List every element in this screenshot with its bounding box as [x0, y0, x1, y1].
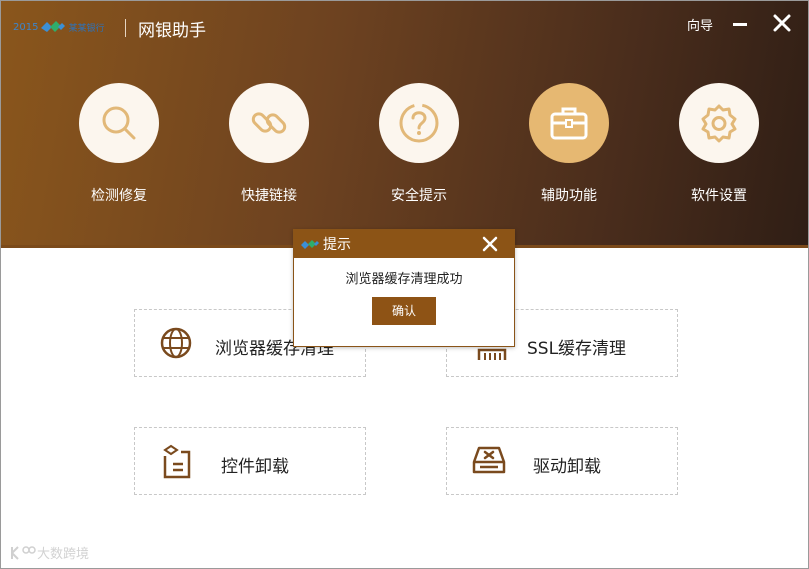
nav-circle: [79, 83, 159, 163]
toolbox-icon: [550, 107, 588, 140]
nav-circle: [229, 83, 309, 163]
search-icon: [102, 106, 136, 140]
globe-icon: [160, 327, 192, 359]
question-icon: [399, 103, 439, 143]
nav-label: 辅助功能: [541, 188, 597, 204]
app-window: 2015 某某银行 网银助手 向导 检测修复 快捷链接 安全提示 辅助功能 软件…: [0, 0, 809, 569]
close-button[interactable]: [772, 13, 792, 33]
nav-item-quick-links[interactable]: 快捷链接: [209, 83, 329, 205]
tool-label: SSL缓存清理: [527, 339, 627, 359]
nav-item-security-tips[interactable]: 安全提示: [359, 83, 479, 205]
header-banner: 2015 某某银行 网银助手 向导 检测修复 快捷链接 安全提示 辅助功能 软件…: [1, 1, 808, 248]
document-icon: [163, 444, 191, 479]
close-icon: [773, 14, 791, 32]
dialog-title: 提示: [323, 237, 351, 253]
nav-item-software-settings[interactable]: 软件设置: [659, 83, 779, 205]
bank-logo-icon: [41, 21, 66, 32]
control-uninstall-button[interactable]: 控件卸载: [134, 427, 366, 495]
nav-item-detect-repair[interactable]: 检测修复: [59, 83, 179, 205]
link-icon: [251, 112, 287, 134]
logo-small-text: 2015: [13, 21, 39, 33]
gear-icon: [701, 104, 737, 143]
nav-circle-active: [529, 83, 609, 163]
nav-circle: [379, 83, 459, 163]
close-icon: [482, 236, 498, 252]
app-title: 网银助手: [138, 21, 206, 41]
tool-label: 控件卸载: [221, 457, 289, 477]
hard-drive-icon: [472, 446, 506, 474]
confirm-button[interactable]: 确认: [372, 297, 436, 325]
bank-logo: 2015 某某银行: [13, 19, 104, 35]
watermark-logo-icon: [11, 545, 36, 560]
title-separator: [125, 19, 126, 37]
tool-label: 驱动卸载: [533, 457, 601, 477]
success-dialog: 提示 浏览器缓存清理成功 确认: [293, 229, 515, 347]
bank-logo-icon: [301, 240, 319, 249]
minimize-button[interactable]: [732, 13, 748, 33]
nav-label: 快捷链接: [241, 188, 297, 204]
dialog-titlebar: 提示: [294, 230, 514, 258]
dialog-message: 浏览器缓存清理成功: [345, 272, 463, 287]
watermark-text: 大数跨境: [37, 547, 90, 562]
driver-uninstall-button[interactable]: 驱动卸载: [446, 427, 678, 495]
nav-circle: [679, 83, 759, 163]
guide-link[interactable]: 向导: [687, 15, 713, 34]
nav-label: 软件设置: [691, 188, 747, 204]
logo-bank-name: 某某银行: [68, 23, 105, 34]
nav-label: 安全提示: [391, 188, 447, 204]
nav-label: 检测修复: [91, 188, 147, 204]
dialog-close-button[interactable]: [482, 236, 498, 252]
watermark: 大数跨境: [9, 543, 89, 562]
nav-item-auxiliary-functions[interactable]: 辅助功能: [509, 83, 629, 205]
